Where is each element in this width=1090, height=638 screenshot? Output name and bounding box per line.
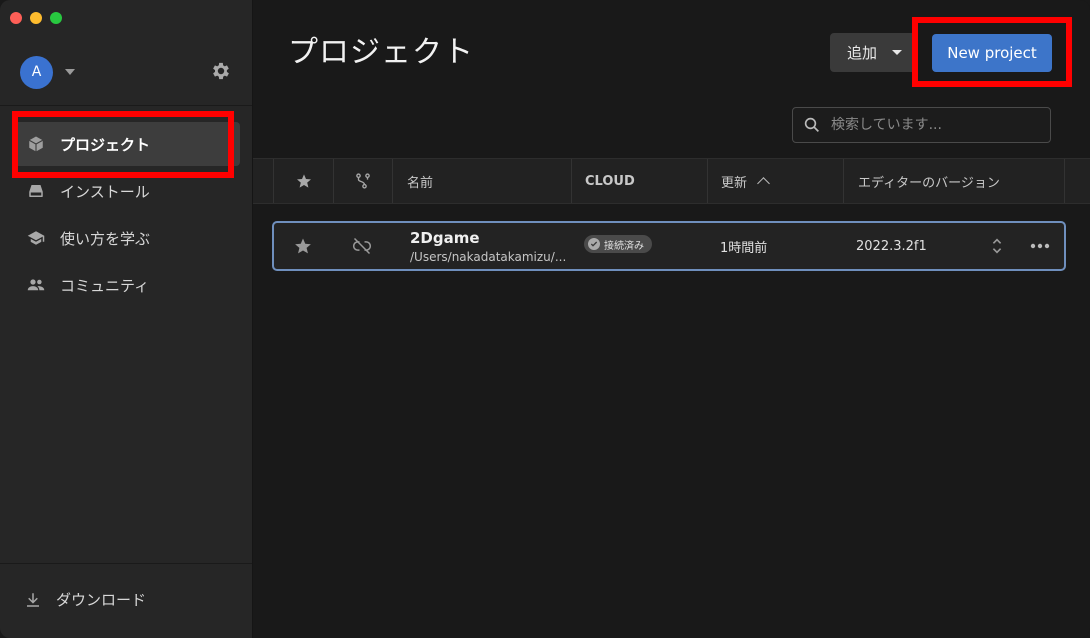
cloud-status-badge: 接続済み <box>584 235 652 253</box>
sidebar-item-projects[interactable]: プロジェクト <box>12 122 240 166</box>
project-name-cell: 2Dgame /Users/nakadatakamizu/... <box>410 223 566 269</box>
star-icon <box>295 238 311 254</box>
more-icon <box>1030 243 1050 249</box>
cloud-status-label: 接続済み <box>604 240 644 252</box>
search-box <box>792 107 1051 143</box>
updated-column-label: 更新 <box>721 175 748 191</box>
sidebar-item-label: インストール <box>60 182 150 201</box>
page-title: プロジェクト <box>288 35 474 70</box>
minimize-window-button[interactable] <box>30 12 42 24</box>
project-name: 2Dgame <box>410 228 480 247</box>
sidebar-item-learn[interactable]: 使い方を学ぶ <box>12 216 240 260</box>
downloads-button[interactable]: ダウンロード <box>24 589 146 610</box>
unlinked-icon <box>352 237 372 255</box>
updated-cell: 1時間前 <box>720 240 768 256</box>
add-label: 追加 <box>847 44 878 62</box>
favorite-column-header[interactable] <box>273 159 334 203</box>
editor-version-cell: 2022.3.2f1 <box>856 238 927 254</box>
sidebar-nav: プロジェクト インストール 使い方を学ぶ コミュニティ <box>12 122 240 310</box>
sidebar-divider <box>0 563 252 564</box>
version-control-link[interactable] <box>352 223 374 269</box>
window-controls <box>10 12 62 24</box>
more-options-button[interactable] <box>1030 223 1052 269</box>
download-label: ダウンロード <box>56 591 147 609</box>
zoom-window-button[interactable] <box>50 12 62 24</box>
sidebar: A プロジェクト インストール 使い方を学ぶ コミュニティ ダウンロード <box>0 0 253 638</box>
account-row: A <box>20 55 232 89</box>
search-icon <box>804 117 819 132</box>
gear-icon[interactable] <box>210 60 232 82</box>
sidebar-item-label: プロジェクト <box>60 135 151 154</box>
close-window-button[interactable] <box>10 12 22 24</box>
table-header: 名前 CLOUD 更新 エディターのバージョン <box>253 158 1090 204</box>
sidebar-item-label: コミュニティ <box>60 276 150 295</box>
avatar[interactable]: A <box>20 55 53 89</box>
name-column-header[interactable]: 名前 <box>393 159 572 203</box>
add-project-dropdown-button[interactable]: 追加 <box>830 33 916 72</box>
sidebar-item-community[interactable]: コミュニティ <box>12 263 240 307</box>
project-path: /Users/nakadatakamizu/... <box>410 249 567 264</box>
people-icon <box>26 275 46 295</box>
editor-version-selector[interactable] <box>991 223 1005 269</box>
drive-icon <box>26 181 46 201</box>
graduation-cap-icon <box>26 228 46 248</box>
version-control-column-header[interactable] <box>334 159 393 203</box>
sidebar-divider <box>0 105 252 106</box>
branch-icon <box>356 173 370 189</box>
account-menu-chevron-icon[interactable] <box>65 69 75 75</box>
cloud-column-header[interactable]: CLOUD <box>572 159 708 203</box>
star-icon <box>296 174 311 188</box>
editor-version-column-header[interactable]: エディターのバージョン <box>844 159 1065 203</box>
cube-icon <box>26 134 46 154</box>
new-project-button[interactable]: New project <box>932 34 1052 72</box>
sort-ascending-icon <box>757 177 770 190</box>
sidebar-item-installs[interactable]: インストール <box>12 169 240 213</box>
updated-column-header[interactable]: 更新 <box>708 159 844 203</box>
unity-hub-window: A プロジェクト インストール 使い方を学ぶ コミュニティ ダウンロード プロジ… <box>0 0 1090 638</box>
chevron-up-down-icon <box>992 238 1002 254</box>
chevron-down-icon <box>892 50 902 55</box>
search-input[interactable] <box>829 116 1033 134</box>
download-icon <box>27 592 39 607</box>
check-icon <box>588 238 600 250</box>
sidebar-item-label: 使い方を学ぶ <box>60 229 151 248</box>
main-panel: プロジェクト 追加 New project 名前 CLOUD 更新 エディターの… <box>253 0 1090 638</box>
favorite-toggle[interactable] <box>294 223 316 269</box>
table-row[interactable]: 2Dgame /Users/nakadatakamizu/... 接続済み 1時… <box>272 221 1066 271</box>
